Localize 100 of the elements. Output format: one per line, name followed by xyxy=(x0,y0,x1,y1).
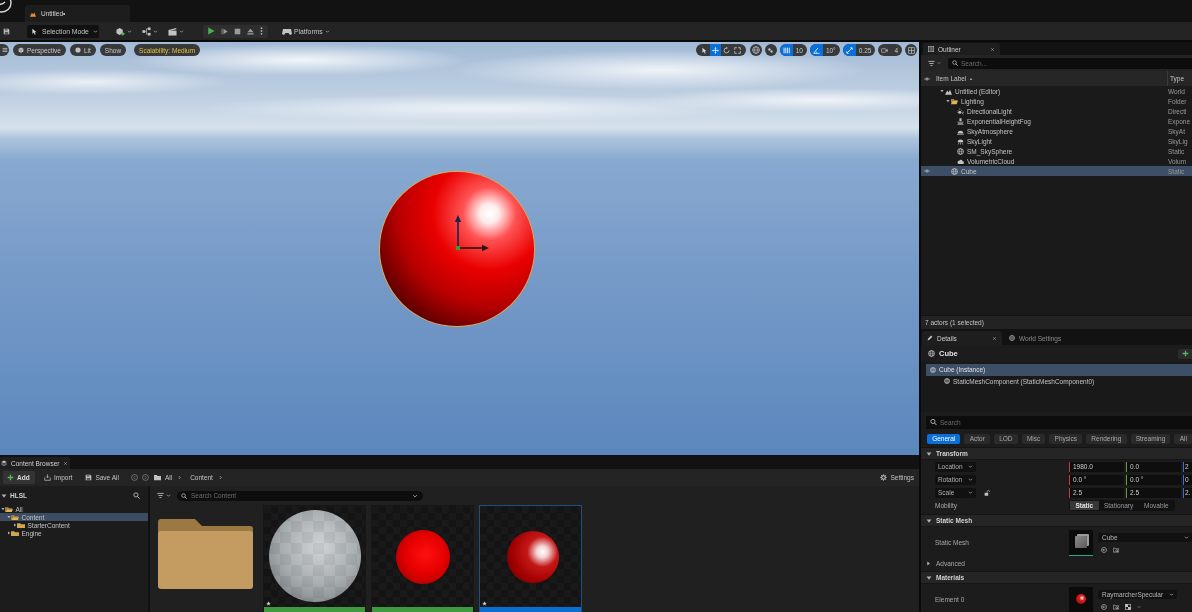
eject-icon[interactable] xyxy=(247,27,254,35)
forward-icon[interactable] xyxy=(141,474,149,481)
add-component-button[interactable] xyxy=(1178,348,1192,359)
search-icon xyxy=(952,60,958,66)
chevron-down-icon[interactable] xyxy=(412,492,418,499)
sphere-thumbnail[interactable] xyxy=(1069,586,1093,612)
folder-thumbnail[interactable] xyxy=(158,518,253,589)
layout-grid-icon xyxy=(907,46,915,54)
pencil-icon xyxy=(927,335,933,341)
play-icon[interactable] xyxy=(207,27,215,35)
chevron-down-icon xyxy=(1169,591,1175,597)
frame-skip-icon[interactable] xyxy=(221,27,228,35)
chevron-down-icon xyxy=(968,490,973,495)
coordinate-space-button[interactable] xyxy=(749,44,762,56)
surface-snap-button[interactable] xyxy=(764,44,777,56)
filter-dropdown[interactable] xyxy=(157,492,171,499)
snap-toggle-button[interactable] xyxy=(842,44,856,56)
transform-tool-button[interactable] xyxy=(709,44,721,56)
close-icon[interactable] xyxy=(63,460,69,466)
close-icon[interactable] xyxy=(990,46,995,52)
eye-icon[interactable] xyxy=(924,75,930,82)
save-button[interactable] xyxy=(2,26,10,36)
video-camera-icon xyxy=(881,46,889,54)
sort-ascending-icon[interactable] xyxy=(969,76,974,81)
stop-icon[interactable] xyxy=(234,27,241,35)
arrow-left-circle-icon[interactable] xyxy=(1101,603,1107,610)
chevron-down-icon xyxy=(968,477,973,482)
chevron-right-icon[interactable] xyxy=(217,475,223,480)
caret-down-icon[interactable] xyxy=(0,507,5,511)
wire-sphere-icon xyxy=(951,167,958,175)
cursor-icon xyxy=(700,46,708,54)
blueprint-button[interactable] xyxy=(142,25,158,37)
cloud-icon xyxy=(957,157,964,165)
chevron-down-icon xyxy=(166,493,171,498)
asset-thumbnail[interactable] xyxy=(371,505,474,612)
close-icon[interactable] xyxy=(992,335,997,341)
caret-down-icon[interactable] xyxy=(6,515,11,519)
nodes-icon xyxy=(142,26,151,36)
import-icon xyxy=(44,474,51,481)
search-icon[interactable] xyxy=(133,492,140,499)
checker-icon[interactable] xyxy=(1125,603,1131,610)
viewport-menu-button[interactable] xyxy=(0,44,9,56)
plus-icon xyxy=(7,474,14,481)
wire-sphere-icon xyxy=(928,350,935,357)
add-actor-button[interactable] xyxy=(116,25,132,37)
wire-sphere-icon xyxy=(930,366,936,373)
angle-icon xyxy=(812,46,820,54)
snap-toggle-button[interactable] xyxy=(809,44,823,56)
chevron-down-icon xyxy=(324,28,330,34)
move-arrows-icon xyxy=(711,46,719,54)
eye-icon[interactable] xyxy=(924,168,930,174)
folder-search-icon[interactable] xyxy=(1113,603,1119,610)
settings-icon xyxy=(879,474,887,481)
asset-thumbnail[interactable] xyxy=(479,505,582,612)
folder-search-icon[interactable] xyxy=(1113,546,1119,553)
layout-button[interactable] xyxy=(905,44,917,56)
wire-sphere-icon xyxy=(957,147,964,155)
fog-icon xyxy=(957,117,964,125)
cinematics-button[interactable] xyxy=(168,25,184,37)
cursor-icon xyxy=(31,27,38,35)
grid-lines-icon xyxy=(782,46,790,54)
caret-down-icon xyxy=(926,574,932,581)
menu-icon xyxy=(0,46,9,54)
dome-rays-icon xyxy=(957,137,964,145)
layers-icon xyxy=(1,460,7,466)
arrow-left-circle-icon[interactable] xyxy=(1101,546,1107,553)
caret-right-icon[interactable] xyxy=(12,523,17,527)
snap-toggle-button[interactable] xyxy=(779,44,793,56)
globe-icon xyxy=(1009,335,1015,341)
plus-icon xyxy=(1181,350,1189,357)
filter-dropdown[interactable] xyxy=(928,59,941,67)
search-icon xyxy=(181,492,187,499)
back-icon[interactable] xyxy=(130,474,138,481)
caret-down-icon[interactable] xyxy=(946,99,950,103)
save-icon xyxy=(2,27,10,35)
gamepad-icon xyxy=(282,26,292,36)
transform-tool-button[interactable] xyxy=(720,44,732,56)
chevron-right-icon[interactable] xyxy=(177,475,183,480)
scale-corners-icon xyxy=(733,46,741,54)
caret-down-icon xyxy=(926,517,932,524)
caret-down-icon[interactable] xyxy=(940,89,944,93)
caret-right-icon[interactable] xyxy=(6,531,11,535)
rotate-icon xyxy=(722,46,730,54)
chevron-down-icon xyxy=(1184,534,1189,540)
logo-icon[interactable] xyxy=(0,0,12,15)
chevron-down-icon xyxy=(127,28,132,34)
asset-thumbnail[interactable] xyxy=(263,505,366,612)
cube-thumbnail[interactable] xyxy=(1069,529,1093,556)
more-vertical-icon[interactable] xyxy=(260,27,263,35)
open-padlock-icon[interactable] xyxy=(984,489,990,496)
filter-icon xyxy=(157,492,164,499)
glossy-sphere xyxy=(507,530,559,583)
cube-plus-icon xyxy=(116,26,125,36)
caret-down-icon xyxy=(1,492,7,499)
caret-right-icon[interactable] xyxy=(926,561,931,566)
transform-tool-button[interactable] xyxy=(731,44,743,56)
folder-icon xyxy=(153,474,161,481)
cube-icon xyxy=(18,47,24,53)
filter-icon xyxy=(928,59,935,67)
chevron-down-icon xyxy=(179,28,184,34)
